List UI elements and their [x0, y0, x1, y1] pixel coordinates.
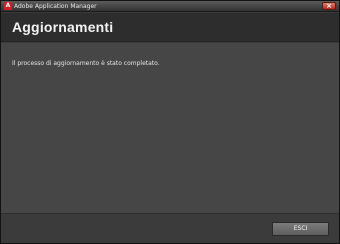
- close-button[interactable]: ×: [322, 2, 336, 10]
- window-title: Adobe Application Manager: [14, 3, 97, 10]
- status-message: Il processo di aggiornamento è stato com…: [12, 60, 160, 67]
- footer-bar: ESCI: [1, 213, 339, 243]
- title-bar[interactable]: A Adobe Application Manager ×: [1, 1, 339, 12]
- main-content: Il processo di aggiornamento è stato com…: [1, 43, 339, 213]
- page-header: Aggiornamenti: [1, 13, 339, 42]
- page-title: Aggiornamenti: [12, 19, 114, 35]
- exit-button[interactable]: ESCI: [272, 222, 329, 236]
- application-window: A Adobe Application Manager × Aggiorname…: [0, 0, 340, 244]
- adobe-app-icon: A: [4, 2, 12, 10]
